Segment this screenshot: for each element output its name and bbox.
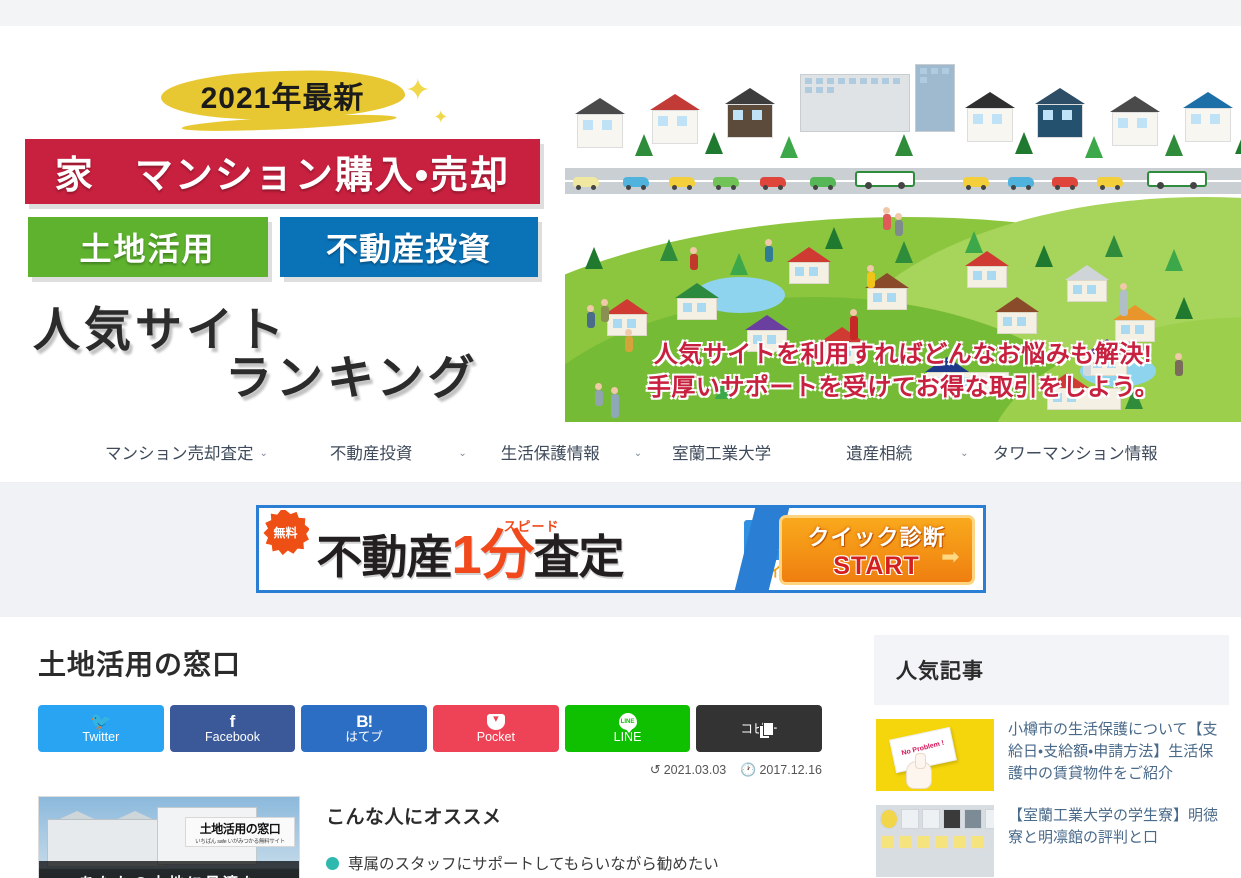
primary-navigation: マンション売却査定 ⌄ 不動産投資 ⌄ 生活保護情報 ⌄ 室蘭工業大学 遺産相続… xyxy=(0,422,1241,483)
chevron-down-icon: ⌄ xyxy=(458,447,467,459)
excerpt-bullet-item: 専属のスタッフにサポートしてもらいながら勧めたい xyxy=(326,853,822,876)
line-icon: LINE xyxy=(618,713,637,734)
popular-articles-card: 人気記事 No Problem ! 小樽市の生活保護について【支給日・支給額・申… xyxy=(874,635,1229,878)
nav-item-mansion-sale-appraisal[interactable]: マンション売却査定 ⌄ xyxy=(105,440,268,464)
hero-year-label: 2021年最新 xyxy=(200,82,365,115)
nav-item-label: マンション売却査定 xyxy=(105,445,254,463)
share-label: はてブ xyxy=(345,730,383,745)
popular-article-title: 【室蘭工業大学の学生寮】明徳寮と明凛館の評判と口 xyxy=(1008,807,1219,846)
article-main-column: 土地活用の窓口 🐦 Twitter f Facebook B! はてブ ▾ Po… xyxy=(12,617,848,878)
nav-item-label: タワーマンション情報 xyxy=(992,445,1158,463)
hero-bar-land-use: 土地活用 xyxy=(27,217,268,277)
ad-cta-line1: クイック診断 xyxy=(807,524,946,550)
nav-item-tower-mansion-info[interactable]: タワーマンション情報 xyxy=(993,440,1158,464)
hand-pointing-icon xyxy=(906,753,932,789)
hatena-icon: B! xyxy=(356,712,373,732)
excerpt-body: こんな人にオススメ 専属のスタッフにサポートしてもらいながら勧めたい xyxy=(326,796,822,878)
thumb-building-shape xyxy=(47,819,167,867)
nav-item-label: 遺産相続 xyxy=(846,445,913,463)
nav-list: マンション売却査定 ⌄ 不動産投資 ⌄ 生活保護情報 ⌄ 室蘭工業大学 遺産相続… xyxy=(0,422,1241,482)
facebook-icon: f xyxy=(229,712,236,732)
pocket-icon: ▾ xyxy=(486,713,505,730)
hero-ranking-line2: ランキング xyxy=(225,351,479,404)
share-label: Facebook xyxy=(205,730,260,745)
share-label: Twitter xyxy=(82,730,120,745)
nav-item-label: 生活保護情報 xyxy=(500,445,600,463)
nav-item-label: 室蘭工業大学 xyxy=(672,445,772,463)
share-twitter-button[interactable]: 🐦 Twitter xyxy=(38,705,164,752)
popular-thumbnail: No Problem ! xyxy=(876,719,994,791)
ad-headline-number: 1 xyxy=(451,524,482,585)
ad-band: 無料 スピード 不動産 1 分 査定 ♛150万人 の利用実績 イエイ クイック… xyxy=(0,483,1241,617)
hero-year-badge: 2021年最新 ✦ ✦ xyxy=(160,67,448,127)
list-item[interactable]: 【室蘭工業大学の学生寮】明徳寮と明凛館の評判と口 xyxy=(874,805,1229,878)
post-updated-date: 2021.03.03 xyxy=(663,763,727,777)
excerpt-heading: こんな人にオススメ xyxy=(326,807,502,828)
ad-banner-ieie[interactable]: 無料 スピード 不動産 1 分 査定 ♛150万人 の利用実績 イエイ クイック… xyxy=(255,505,986,593)
thumb-grid-row xyxy=(880,835,985,849)
site-header: 2021年最新 ✦ ✦ 家 マンション購入•売却 土地活用 不動産投資 人気サイ… xyxy=(0,26,1241,422)
hero-ranking-text: 人気サイト ランキング xyxy=(25,291,540,411)
hero-caption-line1: 人気サイトを利用すればどんなお悩みも解決! xyxy=(653,341,1153,369)
share-facebook-button[interactable]: f Facebook xyxy=(169,705,296,752)
share-button-row: 🐦 Twitter f Facebook B! はてブ ▾ Pocket LIN… xyxy=(38,705,823,752)
refresh-icon: ↺ xyxy=(649,762,661,777)
excerpt-bullet-text: 専属のスタッフにサポートしてもらいながら勧めたい xyxy=(348,856,719,873)
share-hatena-button[interactable]: B! はてブ xyxy=(301,705,428,752)
chevron-down-icon: ⌄ xyxy=(633,447,643,459)
nav-item-realestate-investment[interactable]: 不動産投資 ⌄ xyxy=(330,440,467,464)
twitter-icon: 🐦 xyxy=(90,712,112,732)
popular-article-title: 小樽市の生活保護について【支給日・支給額・申請方法】生活保護中の賃貸物件をご紹介 xyxy=(1008,721,1218,782)
share-copy-button[interactable]: コピー xyxy=(696,705,823,752)
thumb-sign: 土地活用の窓口 いちばん safe いがみつかる無料サイト xyxy=(185,817,295,847)
chevron-down-icon: ⌄ xyxy=(259,447,268,459)
popular-articles-heading: 人気記事 xyxy=(874,635,1229,705)
share-label: Pocket xyxy=(476,729,515,744)
nav-item-muroran-institute[interactable]: 室蘭工業大学 xyxy=(672,440,771,464)
post-dates: ↺ 2021.03.03 🕐 2017.12.16 xyxy=(38,762,822,778)
hero-bar-row: 土地活用 不動産投資 xyxy=(27,217,538,277)
sparkle-icon-small: ✦ xyxy=(433,107,449,127)
ad-headline: 不動産 1 分 査定 xyxy=(259,510,625,589)
hero-bar-purchase-sale: 家 マンション購入•売却 xyxy=(25,139,540,204)
article-excerpt: 土地活用の窓口 いちばん safe いがみつかる無料サイト あなたの土地に最適な… xyxy=(38,796,822,878)
hero-banner[interactable]: 2021年最新 ✦ ✦ 家 マンション購入•売却 土地活用 不動産投資 人気サイ… xyxy=(0,32,1241,422)
hero-caption-line2: 手厚いサポートを受けてお得な取引をしよう。 xyxy=(646,373,1160,401)
ad-speed-label: スピード xyxy=(503,519,560,534)
article-thumbnail[interactable]: 土地活用の窓口 いちばん safe いがみつかる無料サイト あなたの土地に最適な… xyxy=(38,796,300,878)
bullet-dot-icon xyxy=(326,857,339,870)
sparkle-icon: ✦ xyxy=(405,74,431,107)
popular-thumbnail xyxy=(876,805,994,877)
clock-icon: 🕐 xyxy=(740,762,757,777)
ad-headline-part1: 不動産 xyxy=(316,530,453,583)
chevron-down-icon: ⌄ xyxy=(960,447,969,459)
hero-bar-realestate-invest: 不動産投資 xyxy=(279,217,538,277)
nav-item-inheritance[interactable]: 遺産相続 ⌄ xyxy=(846,440,968,464)
ad-cta-line2: START xyxy=(833,551,920,580)
sidebar: 人気記事 No Problem ! 小樽市の生活保護について【支給日・支給額・申… xyxy=(874,617,1229,878)
hero-illustration: 人気サイトを利用すればどんなお悩みも解決! 手厚いサポートを受けてお得な取引をし… xyxy=(565,32,1241,422)
nav-item-welfare-info[interactable]: 生活保護情報 ⌄ xyxy=(501,440,642,464)
page-title: 土地活用の窓口 xyxy=(38,649,242,680)
list-item[interactable]: No Problem ! 小樽市の生活保護について【支給日・支給額・申請方法】生… xyxy=(874,719,1229,805)
post-updated: ↺ 2021.03.03 xyxy=(650,762,726,778)
nav-item-label: 不動産投資 xyxy=(329,445,413,463)
hero-caption: 人気サイトを利用すればどんなお悩みも解決! 手厚いサポートを受けてお得な取引をし… xyxy=(565,339,1241,404)
thumb-caption-top: あなたの土地に最適な xyxy=(39,872,299,878)
hero-text-panel: 2021年最新 ✦ ✦ 家 マンション購入•売却 土地活用 不動産投資 人気サイ… xyxy=(0,32,565,422)
share-line-button[interactable]: LINE LINE xyxy=(564,705,691,752)
arrow-right-icon: ➡ xyxy=(941,544,960,569)
thumb-sign-sub: いちばん safe いがみつかる無料サイト xyxy=(195,839,285,845)
popular-articles-list: No Problem ! 小樽市の生活保護について【支給日・支給額・申請方法】生… xyxy=(874,705,1229,878)
thumb-grid-row xyxy=(880,809,994,829)
post-published: 🕐 2017.12.16 xyxy=(740,762,822,778)
post-published-date: 2017.12.16 xyxy=(759,763,822,777)
page-body: 土地活用の窓口 🐦 Twitter f Facebook B! はてブ ▾ Po… xyxy=(0,617,1241,878)
browser-top-strip xyxy=(0,0,1241,26)
thumb-sign-title: 土地活用の窓口 xyxy=(199,822,281,836)
share-pocket-button[interactable]: ▾ Pocket xyxy=(433,705,559,752)
ad-cta-button[interactable]: クイック診断 START ➡ xyxy=(778,515,975,585)
